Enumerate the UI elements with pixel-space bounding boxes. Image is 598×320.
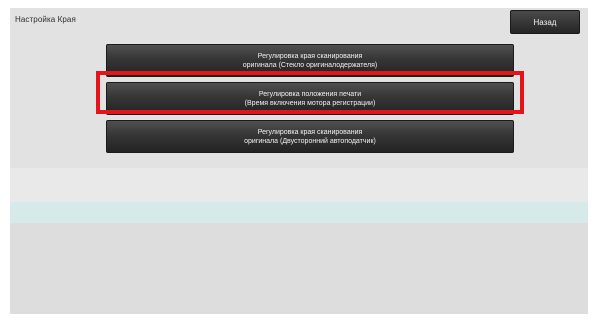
- menu-item-label-line1: Регулировка края сканирования: [257, 52, 363, 60]
- menu-item-scan-edge-dspf-button[interactable]: Регулировка края сканирования оригинала …: [106, 120, 514, 153]
- settings-screen: Настройка Края Назад Регулировка края ск…: [10, 8, 588, 314]
- menu-item-scan-edge-platen-button[interactable]: Регулировка края сканирования оригинала …: [106, 44, 514, 77]
- empty-row-band: [10, 168, 588, 202]
- menu-item-label-line2: оригинала (Стекло оригиналодержателя): [242, 61, 378, 69]
- menu-item-label-line1: Регулировка края сканирования: [257, 128, 363, 136]
- menu-item-label-line1: Регулировка положения печати: [258, 90, 362, 98]
- lower-empty-area: [10, 223, 588, 314]
- header-bar: Настройка Края Назад: [10, 8, 588, 42]
- menu-item-print-position-button[interactable]: Регулировка положения печати (Время вклю…: [106, 82, 514, 115]
- back-button[interactable]: Назад: [510, 10, 580, 34]
- menu-item-label-line2: (Время включения мотора регистрации): [244, 99, 376, 107]
- selection-band: [10, 202, 588, 223]
- menu-item-label-line2: оригинала (Двусторонний автоподатчик): [244, 137, 376, 145]
- page-title: Настройка Края: [15, 15, 76, 24]
